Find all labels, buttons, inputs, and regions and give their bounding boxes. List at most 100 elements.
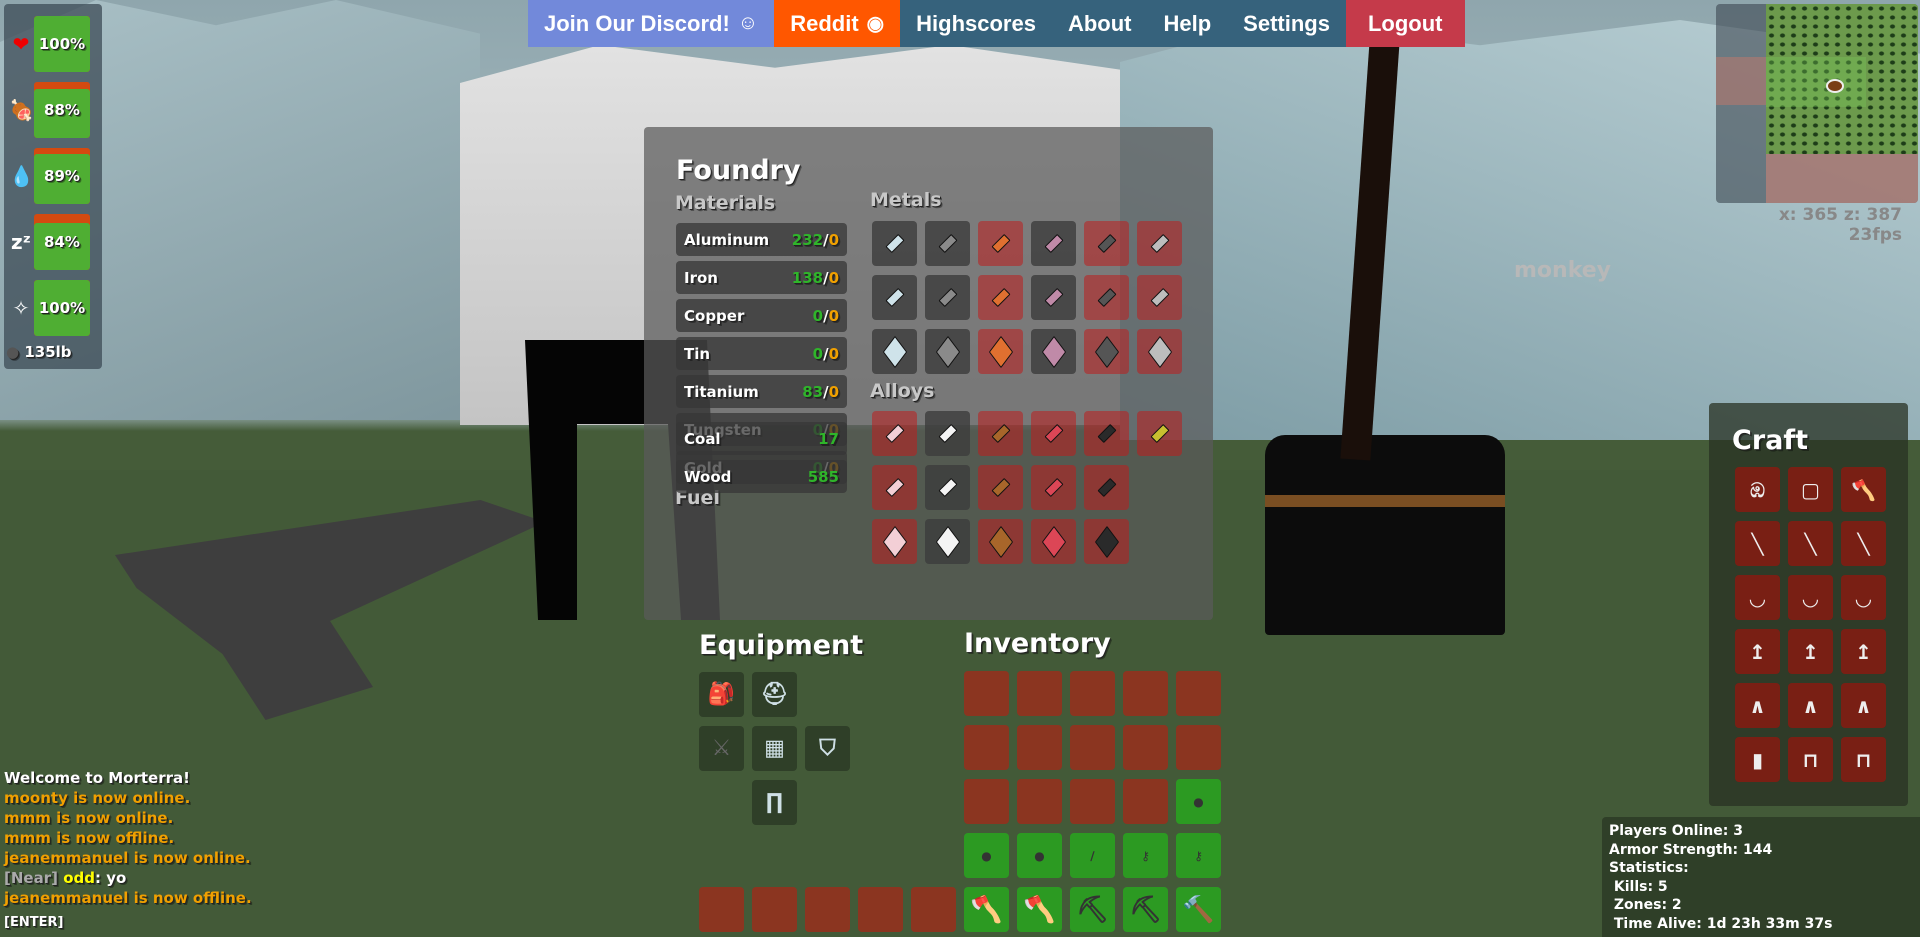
inventory-slot[interactable]: ● — [1176, 779, 1221, 824]
inventory-slot[interactable]: ⛏ — [1070, 887, 1115, 932]
alloy-recipe-slot[interactable] — [978, 519, 1023, 564]
inventory-slot[interactable]: ⚷ — [1123, 833, 1168, 878]
craft-slot-spear[interactable]: ╲ — [1735, 521, 1780, 566]
alloy-recipe-slot[interactable] — [872, 411, 917, 456]
alloy-recipe-slot[interactable] — [978, 411, 1023, 456]
equipment-slot-chestplate[interactable]: ▦ — [752, 726, 797, 771]
alloy-recipe-slot[interactable] — [925, 411, 970, 456]
metal-recipe-slot[interactable] — [925, 275, 970, 320]
inventory-slot[interactable]: ∕ — [1070, 833, 1115, 878]
craft-slot-spear[interactable]: ╲ — [1788, 521, 1833, 566]
metal-recipe-slot[interactable] — [1137, 221, 1182, 266]
inventory-slot[interactable] — [1070, 671, 1115, 716]
minimap[interactable] — [1716, 4, 1918, 203]
metal-recipe-slot[interactable] — [1084, 329, 1129, 374]
metal-recipe-slot[interactable] — [925, 329, 970, 374]
alloy-recipe-slot[interactable] — [872, 465, 917, 510]
chat-input-prompt[interactable]: [ENTER] — [4, 915, 63, 930]
metal-recipe-slot[interactable] — [872, 221, 917, 266]
inventory-slot[interactable] — [1070, 725, 1115, 770]
inventory-slot[interactable]: ● — [964, 833, 1009, 878]
metal-recipe-slot[interactable] — [872, 275, 917, 320]
craft-slot-arrow[interactable]: ↥ — [1735, 629, 1780, 674]
inventory-slot[interactable] — [1176, 725, 1221, 770]
inventory-slot[interactable] — [1176, 671, 1221, 716]
nav-highscores[interactable]: Highscores — [900, 0, 1052, 47]
metal-recipe-slot[interactable] — [1031, 275, 1076, 320]
inventory-slot[interactable]: 🔨 — [1176, 887, 1221, 932]
hotbar-slot[interactable] — [858, 887, 903, 932]
inventory-slot[interactable]: ● — [1017, 833, 1062, 878]
inventory-slot[interactable]: 🪓 — [1017, 887, 1062, 932]
craft-slot-crossbow[interactable]: ∧ — [1841, 683, 1886, 728]
inventory-slot[interactable] — [1017, 779, 1062, 824]
alloy-recipe-slot[interactable] — [1084, 411, 1129, 456]
craft-slot-arrow[interactable]: ↥ — [1788, 629, 1833, 674]
nav-settings[interactable]: Settings — [1227, 0, 1346, 47]
nav-about[interactable]: About — [1051, 0, 1148, 47]
metal-recipe-slot[interactable] — [978, 329, 1023, 374]
equipment-slot-backpack[interactable]: 🎒 — [699, 672, 744, 717]
inventory-slot[interactable]: ⚷ — [1176, 833, 1221, 878]
craft-slot-bow[interactable]: ◡ — [1788, 575, 1833, 620]
inventory-slot[interactable] — [1123, 779, 1168, 824]
inventory-slot[interactable] — [1017, 725, 1062, 770]
inventory-slot[interactable] — [1070, 779, 1115, 824]
hotbar-slot[interactable] — [805, 887, 850, 932]
craft-slot-mix-barrel[interactable]: ▮ — [1735, 737, 1780, 782]
craft-slot-rope[interactable]: ඹ — [1735, 467, 1780, 512]
metal-recipe-slot[interactable] — [978, 275, 1023, 320]
alloy-recipe-slot[interactable] — [1084, 465, 1129, 510]
hotbar-slot[interactable] — [699, 887, 744, 932]
metal-recipe-slot[interactable] — [1137, 329, 1182, 374]
equipment-slot-sword[interactable]: ⚔ — [699, 726, 744, 771]
metal-recipe-slot[interactable] — [872, 329, 917, 374]
inventory-slot[interactable]: ⛏ — [1123, 887, 1168, 932]
inventory-slot[interactable] — [1123, 725, 1168, 770]
metal-recipe-slot[interactable] — [1031, 221, 1076, 266]
craft-slot-crossbow[interactable]: ∧ — [1788, 683, 1833, 728]
metal-recipe-slot[interactable] — [1084, 221, 1129, 266]
alloy-recipe-slot[interactable] — [925, 519, 970, 564]
ore-icon: ● — [981, 848, 992, 863]
alloy-recipe-slot[interactable] — [1137, 411, 1182, 456]
craft-slot-bow[interactable]: ◡ — [1735, 575, 1780, 620]
alloy-recipe-slot[interactable] — [872, 519, 917, 564]
alloy-recipe-slot[interactable] — [978, 465, 1023, 510]
craft-slot-workbench[interactable]: ⊓ — [1841, 737, 1886, 782]
status-water-drop: 💧 89% — [4, 148, 102, 206]
metal-recipe-slot[interactable] — [1031, 329, 1076, 374]
craft-slot-workbench[interactable]: ⊓ — [1788, 737, 1833, 782]
fps-readout: 23fps — [1848, 225, 1902, 245]
inventory-slot[interactable] — [964, 779, 1009, 824]
equipment-slot-leggings[interactable]: ∏ — [752, 780, 797, 825]
metal-recipe-slot[interactable] — [925, 221, 970, 266]
alloy-recipe-slot[interactable] — [925, 465, 970, 510]
nav-logout[interactable]: Logout — [1345, 0, 1465, 47]
equipment-slot-shield[interactable]: ⛉ — [805, 726, 850, 771]
metal-recipe-slot[interactable] — [978, 221, 1023, 266]
craft-slot-crossbow[interactable]: ∧ — [1735, 683, 1780, 728]
inventory-slot[interactable] — [964, 725, 1009, 770]
metal-recipe-slot[interactable] — [1084, 275, 1129, 320]
inventory-slot[interactable] — [964, 671, 1009, 716]
inventory-slot[interactable]: 🪓 — [964, 887, 1009, 932]
inventory-slot[interactable] — [1123, 671, 1168, 716]
inventory-slot[interactable] — [1017, 671, 1062, 716]
hotbar-slot[interactable] — [911, 887, 956, 932]
alloy-recipe-slot[interactable] — [1031, 465, 1076, 510]
craft-slot-cloth[interactable]: ▢ — [1788, 467, 1833, 512]
metal-recipe-slot[interactable] — [1137, 275, 1182, 320]
alloy-recipe-slot[interactable] — [1031, 519, 1076, 564]
equipment-slot-helmet[interactable]: ⛑ — [752, 672, 797, 717]
nav-join-our-discord[interactable]: Join Our Discord! ☺ — [528, 0, 775, 47]
craft-slot-spear[interactable]: ╲ — [1841, 521, 1886, 566]
alloy-recipe-slot[interactable] — [1031, 411, 1076, 456]
craft-slot-bow[interactable]: ◡ — [1841, 575, 1886, 620]
alloy-recipe-slot[interactable] — [1084, 519, 1129, 564]
craft-slot-axe[interactable]: 🪓 — [1841, 467, 1886, 512]
nav-reddit[interactable]: Reddit ◉ — [774, 0, 901, 47]
hotbar-slot[interactable] — [752, 887, 797, 932]
craft-slot-arrow[interactable]: ↥ — [1841, 629, 1886, 674]
nav-help[interactable]: Help — [1147, 0, 1228, 47]
